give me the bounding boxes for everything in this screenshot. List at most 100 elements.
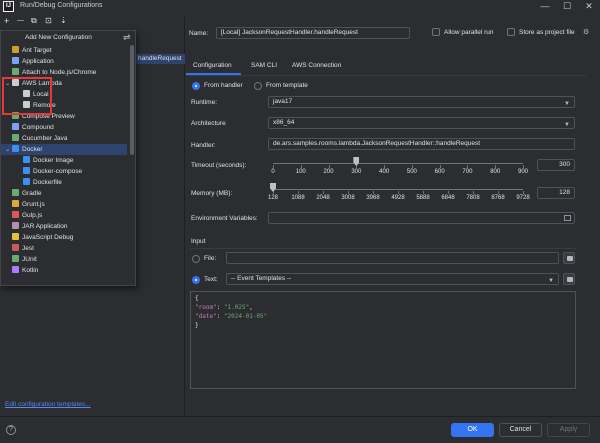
json-key: "date" — [195, 313, 217, 320]
config-type-jest[interactable]: Jest — [1, 243, 127, 254]
config-type-jar-application[interactable]: JAR Application — [1, 221, 127, 232]
text-input-radio[interactable] — [192, 276, 200, 284]
slider-tick-label: 4928 — [391, 195, 405, 201]
file-label: File: — [204, 255, 217, 262]
editor-line: } — [195, 322, 199, 329]
config-type-gulp-js[interactable]: Gulp.js — [1, 210, 127, 221]
runtime-select[interactable]: java17 ▼ — [268, 96, 575, 108]
remove-config-icon[interactable]: — — [17, 16, 24, 26]
allow-parallel-checkbox[interactable] — [432, 28, 440, 36]
close-button[interactable]: ✕ — [582, 0, 596, 13]
ok-button[interactable]: OK — [451, 423, 494, 437]
handler-label: Handler: — [191, 142, 216, 149]
slider-tick-label: 500 — [406, 169, 417, 175]
name-field[interactable]: [Local] JacksonRequestHandler.handleRequ… — [216, 27, 410, 39]
allow-parallel-label: Allow parallel run — [444, 29, 494, 36]
env-vars-field[interactable] — [268, 212, 575, 224]
config-type-gradle[interactable]: Gradle — [1, 188, 127, 199]
input-section-label: Input — [191, 238, 206, 245]
apply-button[interactable]: Apply — [547, 423, 590, 437]
save-config-icon[interactable]: ⊡ — [45, 16, 52, 26]
grunt-icon — [12, 200, 19, 207]
tab-sam-cli[interactable]: SAM CLI — [251, 62, 277, 69]
slider-tick-label: 200 — [323, 169, 334, 175]
slider-tick-label: 5888 — [416, 195, 430, 201]
config-type-label: JAR Application — [22, 223, 68, 230]
text-label: Text: — [204, 276, 218, 283]
config-type-junit[interactable]: JUnit — [1, 254, 127, 265]
config-type-kotlin[interactable]: Kotlin — [1, 265, 127, 276]
tab-divider — [186, 75, 586, 76]
slider-tick — [398, 191, 399, 194]
event-templates-select[interactable]: -- Event Templates -- ▼ — [226, 273, 559, 285]
memory-slider[interactable]: 128 1088 2048 3008 3968 4928 5888 6848 7808 8768 9… — [268, 182, 536, 204]
handler-field[interactable]: de.ars.samples.rooms.lambda.JacksonReque… — [268, 138, 575, 150]
config-type-label: Dockerfile — [33, 179, 62, 186]
architecture-select[interactable]: x86_64 ▼ — [268, 117, 575, 129]
slider-tick-label: 800 — [490, 169, 501, 175]
config-type-label: Jest — [22, 245, 34, 252]
event-json-editor[interactable]: { "room": "1.025", "date": "2024-01-05" … — [190, 291, 576, 389]
config-type-label: Compound — [22, 124, 54, 131]
event-templates-value: -- Event Templates -- — [231, 275, 292, 282]
cucumber-icon — [12, 134, 19, 141]
config-type-cucumber-java[interactable]: Cucumber Java — [1, 133, 127, 144]
slider-tick — [273, 165, 274, 168]
slider-thumb[interactable] — [270, 183, 276, 192]
slider-tick — [523, 191, 524, 194]
existing-config-item[interactable]: handleRequest — [136, 54, 185, 64]
minimize-button[interactable]: — — [538, 0, 552, 13]
folder-icon[interactable] — [563, 252, 575, 264]
add-config-icon[interactable]: + — [4, 16, 9, 26]
file-path-field[interactable] — [226, 252, 559, 264]
input-divider — [190, 248, 576, 249]
slider-tick-label: 600 — [434, 169, 445, 175]
config-type-label: Gradle — [22, 190, 42, 197]
sort-config-icon[interactable]: ⇣ — [60, 16, 67, 26]
config-type-label: Kotlin — [22, 267, 39, 274]
tab-configuration[interactable]: Configuration — [193, 62, 232, 69]
slider-thumb[interactable] — [353, 157, 360, 166]
slider-tick-label: 0 — [271, 169, 275, 175]
slider-tick — [467, 165, 469, 168]
tab-aws-connection[interactable]: AWS Connection — [292, 62, 341, 69]
settings-icon[interactable]: ⚙ — [583, 28, 589, 36]
config-type-docker[interactable]: ⌄ Docker — [1, 144, 127, 155]
timeout-slider[interactable]: 0 100 200 300 400 500 600 700 800 900 — [268, 156, 536, 178]
json-value: "1.025" — [223, 304, 250, 311]
filter-icon[interactable]: ⇌ — [123, 32, 131, 43]
from-template-radio[interactable] — [254, 82, 262, 90]
config-type-compound[interactable]: Compound — [1, 122, 127, 133]
config-type-application[interactable]: Application — [1, 56, 127, 67]
edit-templates-link[interactable]: Edit configuration templates... — [5, 401, 91, 408]
slider-tick — [323, 191, 324, 194]
timeout-value-field[interactable]: 300 — [537, 159, 575, 171]
json-value: "2024-01-05" — [223, 313, 268, 320]
config-type-label: JavaScript Debug — [22, 234, 74, 241]
docker-icon — [23, 167, 30, 174]
chevron-down-icon[interactable]: ⌄ — [5, 144, 12, 155]
cancel-button[interactable]: Cancel — [499, 423, 542, 437]
store-project-label: Store as project file — [519, 29, 575, 36]
slider-tick — [298, 191, 299, 194]
config-type-docker-compose[interactable]: Docker-compose — [1, 166, 127, 177]
file-input-radio[interactable] — [192, 255, 200, 263]
config-type-ant-target[interactable]: Ant Target — [1, 45, 127, 56]
memory-value-field[interactable]: 128 — [537, 187, 575, 199]
browse-icon[interactable] — [564, 215, 571, 221]
config-type-javascript-debug[interactable]: JavaScript Debug — [1, 232, 127, 243]
config-type-docker-image[interactable]: Docker Image — [1, 155, 127, 166]
help-icon[interactable]: ? — [6, 425, 16, 435]
popup-scrollbar[interactable] — [130, 45, 134, 155]
maximize-button[interactable]: ☐ — [560, 0, 574, 13]
copy-config-icon[interactable]: ⧉ — [31, 16, 37, 26]
folder-icon[interactable] — [563, 273, 575, 285]
timeout-label: Timeout (seconds): — [191, 162, 247, 169]
from-handler-radio[interactable] — [192, 82, 200, 90]
kotlin-icon — [12, 266, 19, 273]
store-project-checkbox[interactable] — [507, 28, 515, 36]
slider-tick-label: 3008 — [341, 195, 355, 201]
jest-icon — [12, 244, 19, 251]
config-type-dockerfile[interactable]: Dockerfile — [1, 177, 127, 188]
config-type-grunt-js[interactable]: Grunt.js — [1, 199, 127, 210]
